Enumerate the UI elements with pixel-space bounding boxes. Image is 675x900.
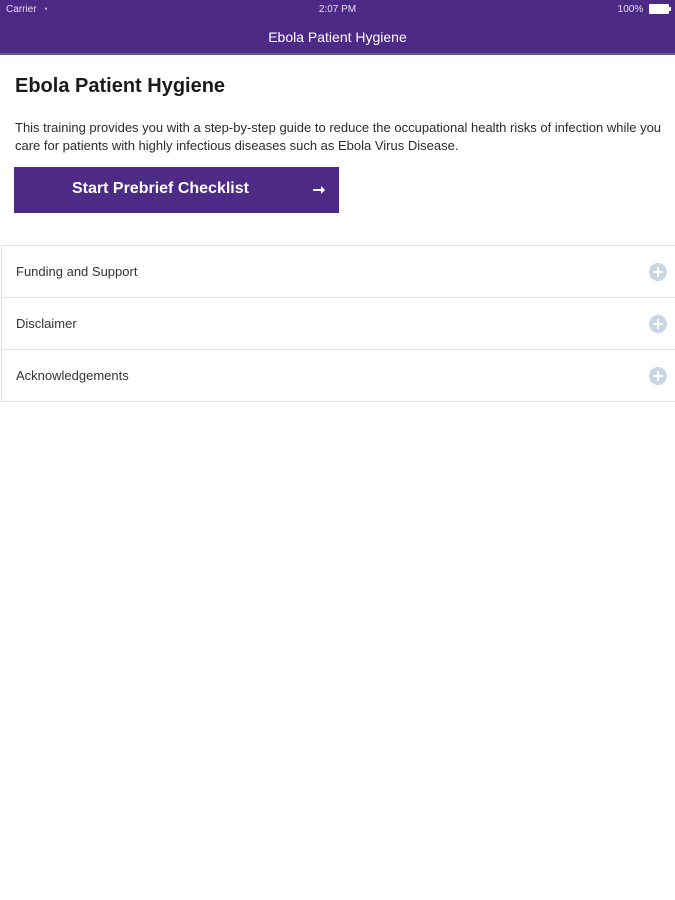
arrow-right-icon [313, 186, 325, 194]
battery-percent: 100% [617, 4, 644, 15]
accordion-item-label: Acknowledgements [16, 368, 129, 383]
start-prebrief-checklist-button[interactable]: Start Prebrief Checklist [14, 167, 339, 213]
plus-circle-icon[interactable] [649, 367, 667, 385]
page-title: Ebola Patient Hygiene [15, 75, 226, 97]
accordion-item-label: Funding and Support [16, 264, 138, 279]
nav-title: Ebola Patient Hygiene [268, 29, 407, 45]
battery-icon [649, 4, 671, 15]
accordion-item-disclaimer[interactable]: Disclaimer [2, 298, 675, 350]
intro-text: This training provides you with a step-b… [15, 120, 662, 153]
accordion-item-funding-and-support[interactable]: Funding and Support [2, 246, 675, 298]
status-time: 2:07 PM [318, 4, 357, 15]
battery-indicator: 100% [617, 4, 671, 15]
accordion-item-label: Disclaimer [16, 316, 77, 331]
info-accordion: Funding and Support Disclaimer Acknowled… [1, 245, 675, 402]
start-prebrief-checklist-label: Start Prebrief Checklist [72, 180, 249, 197]
plus-circle-icon[interactable] [649, 263, 667, 281]
top-bar: Carrier ◔ 2:07 PM 100% Ebola Patient Hyg… [0, 0, 675, 55]
nav-divider [0, 53, 675, 55]
status-bar: Carrier ◔ 2:07 PM 100% [0, 0, 675, 20]
accordion-item-acknowledgements[interactable]: Acknowledgements [2, 350, 675, 401]
plus-circle-icon[interactable] [649, 315, 667, 333]
